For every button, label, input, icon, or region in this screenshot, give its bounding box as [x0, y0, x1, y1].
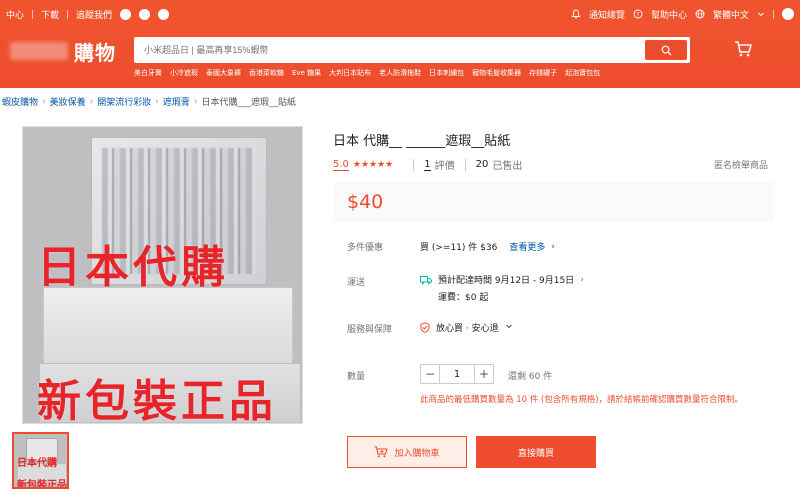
add-to-cart-button[interactable]: 加入購物車: [347, 436, 467, 468]
top-nav: 中心 下載 追蹤我們 通知總覽 ? 幫助中心 繁體中文: [6, 6, 794, 22]
instagram-icon[interactable]: [139, 8, 151, 20]
hotword[interactable]: 小冷遮瑕: [170, 68, 198, 78]
image-overlay-bottom: 新包裝正品: [37, 376, 277, 424]
bell-icon: [571, 9, 581, 19]
breadcrumb-item[interactable]: 蝦皮購物: [2, 95, 38, 108]
breadcrumb-current: 日本代購___遮瑕__貼紙: [201, 98, 297, 108]
rating-value[interactable]: 5.0: [333, 159, 349, 171]
nav-notifications[interactable]: 通知總覽: [589, 8, 625, 21]
hotword[interactable]: Eve 糖果: [292, 68, 321, 78]
shipping-eta: 預計配達時間 9月12日 - 9月15日: [438, 276, 575, 286]
logo-text: 購物: [74, 40, 116, 65]
chevron-right-icon: ›: [155, 96, 159, 107]
facebook-icon[interactable]: [120, 8, 132, 20]
hot-keywords: 美白牙膏 小冷遮瑕 泰國大象褲 香港菜軟糖 Eve 糖果 大判日本貼布 老人防滑…: [134, 68, 694, 78]
product-thumbnail[interactable]: 日本代購 新包裝正品: [12, 432, 69, 489]
stock-remaining: 還剩 60 件: [508, 372, 553, 382]
decrement-button[interactable]: −: [420, 364, 440, 384]
chevron-down-icon: [505, 322, 513, 333]
hotword[interactable]: 老人防滑拖鞋: [379, 68, 421, 78]
hotword[interactable]: 寵物毛髮收集器: [472, 68, 521, 78]
breadcrumb-item[interactable]: 開架流行彩妝: [97, 95, 151, 108]
svg-text:?: ?: [636, 11, 639, 18]
add-to-cart-icon: [374, 446, 389, 458]
logo-mark: [10, 42, 68, 60]
product-title: 日本 代購__ ______遮瑕__貼紙: [333, 134, 511, 149]
quantity-input[interactable]: 1: [440, 364, 474, 384]
service-label: 服務與保障: [347, 325, 393, 335]
min-purchase-notice: 此商品的最低購買數量為 10 件 (包含所有規格)，請於結帳前確認購買數量符合限…: [420, 395, 744, 405]
shield-icon: [420, 322, 430, 333]
hotword[interactable]: 香港菜軟糖: [249, 68, 284, 78]
hotword[interactable]: 存錢罐子: [529, 68, 557, 78]
search-bar: [134, 37, 690, 63]
star-rating-icon: ★★★★★: [352, 159, 394, 170]
hotword[interactable]: 美白牙膏: [134, 68, 162, 78]
quantity-label: 數量: [347, 372, 366, 382]
breadcrumb-item[interactable]: 遮瑕膏: [163, 95, 190, 108]
chevron-down-icon: [757, 10, 765, 18]
product-price: $40: [347, 191, 384, 213]
sold-label: 已售出: [492, 161, 523, 172]
buy-now-button[interactable]: 直接購買: [476, 436, 596, 468]
chevron-right-icon: ›: [89, 96, 94, 107]
nav-follow-us: 追蹤我們: [76, 10, 113, 21]
hotword[interactable]: 大判日本貼布: [329, 68, 371, 78]
shipping-fee-row: 運費：$0 起: [438, 290, 488, 303]
search-icon: [661, 45, 671, 55]
chevron-right-icon: ›: [42, 96, 46, 107]
truck-icon: [420, 275, 432, 285]
bulk-label: 多件優惠: [347, 243, 384, 253]
sold-count: 20: [475, 159, 489, 170]
nav-help[interactable]: 幫助中心: [651, 8, 687, 21]
chevron-right-icon: ›: [193, 96, 198, 107]
search-input[interactable]: [134, 37, 645, 63]
image-overlay-top: 日本代購: [37, 242, 229, 293]
site-header: 中心 下載 追蹤我們 通知總覽 ? 幫助中心 繁體中文 購物 小米超品日 | 最…: [0, 0, 800, 88]
chevron-right-icon: ›: [580, 274, 584, 285]
breadcrumb-item[interactable]: 美妝保養: [50, 95, 86, 108]
bulk-row: 買 (>=11) 件 $36 查看更多 ›: [420, 240, 555, 254]
hotword[interactable]: 日本刺繡包: [429, 68, 464, 78]
price-box: $40: [333, 182, 774, 222]
reviews-count[interactable]: 1: [424, 159, 431, 171]
nav-center[interactable]: 中心: [6, 8, 24, 21]
shipping-fee: 運費：$0 起: [438, 293, 489, 303]
cart-icon[interactable]: [734, 40, 752, 58]
service-value: 放心買 · 安心退: [436, 324, 499, 334]
line-icon[interactable]: [158, 8, 170, 20]
shipping-eta-row[interactable]: 預計配達時間 9月12日 - 9月15日 ›: [420, 273, 584, 286]
site-logo[interactable]: 購物: [10, 36, 116, 66]
avatar[interactable]: [782, 8, 794, 20]
report-link[interactable]: 匿名檢舉商品: [714, 158, 768, 171]
chevron-right-icon: ›: [551, 241, 555, 252]
search-button[interactable]: [645, 40, 687, 60]
nav-language[interactable]: 繁體中文: [713, 8, 749, 21]
product-meta: 5.0 ★★★★★ 1 評價 20 已售出: [333, 157, 522, 172]
breadcrumb: 蝦皮購物 › 美妝保養 › 開架流行彩妝 › 遮瑕膏 › 日本代購___遮瑕__…: [2, 95, 297, 109]
hotword[interactable]: 起泡寶包包: [565, 68, 600, 78]
service-row[interactable]: 放心買 · 安心退: [420, 321, 513, 334]
help-icon: ?: [633, 9, 643, 19]
product-main-image[interactable]: 日本代購 新包裝正品: [22, 126, 303, 424]
bulk-value: 買 (>=11) 件 $36: [420, 243, 498, 253]
nav-download[interactable]: 下載: [41, 8, 59, 21]
thumbnail-overlay-bottom: 新包裝正品: [17, 480, 67, 489]
add-to-cart-label: 加入購物車: [394, 448, 440, 459]
shipping-label: 運送: [347, 278, 366, 288]
reviews-label: 評價: [434, 161, 455, 172]
quantity-stepper: − 1 +: [420, 363, 494, 385]
hotword[interactable]: 泰國大象褲: [206, 68, 241, 78]
bulk-more-link[interactable]: 查看更多: [509, 240, 545, 253]
thumbnail-overlay-top: 日本代購: [17, 458, 57, 469]
increment-button[interactable]: +: [474, 364, 494, 384]
globe-icon: [695, 9, 705, 19]
